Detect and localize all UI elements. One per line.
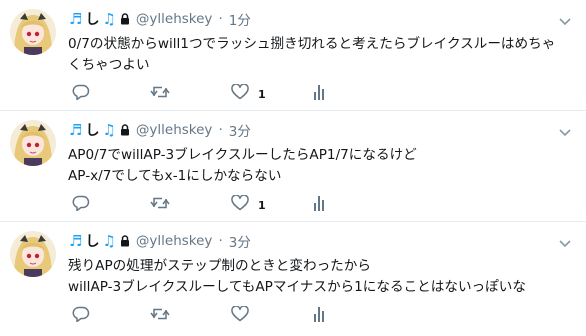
display-name-text: し — [85, 123, 100, 139]
timestamp[interactable]: 3分 — [229, 231, 251, 251]
tweet[interactable]: ♬ し ♫ @yllehskey · 3分 残りAPの処理がステップ制のときと変… — [0, 222, 586, 336]
display-name[interactable]: ♬ し ♫ — [68, 9, 117, 29]
avatar[interactable] — [10, 9, 56, 55]
analytics-icon — [313, 306, 325, 326]
reply-button[interactable] — [72, 84, 90, 104]
heart-icon — [231, 305, 249, 326]
musical-note-icon: ♬ — [69, 232, 83, 250]
user-handle[interactable]: @yllehskey — [136, 233, 213, 249]
musical-note-icon: ♬ — [69, 10, 83, 28]
timeline: ♬ し ♫ @yllehskey · 1分 0/7の状態からwill1つでラッシ… — [0, 0, 586, 336]
retweet-button[interactable] — [150, 195, 170, 215]
chevron-down-icon[interactable] — [558, 234, 572, 248]
analytics-icon — [313, 195, 325, 215]
timestamp[interactable]: 1分 — [229, 9, 251, 29]
tweet-actions — [68, 305, 348, 326]
tweet-actions: 1 — [68, 83, 348, 104]
reply-icon — [72, 306, 90, 326]
retweet-button[interactable] — [150, 306, 170, 326]
heart-icon — [231, 194, 249, 215]
analytics-button[interactable] — [313, 306, 325, 326]
tweet[interactable]: ♬ し ♫ @yllehskey · 3分 AP0/7でwillAP-3ブレイク… — [0, 111, 586, 222]
separator-dot: · — [218, 122, 223, 138]
lock-icon — [120, 235, 130, 247]
like-button[interactable]: 1 — [231, 194, 266, 215]
retweet-icon — [150, 84, 170, 104]
reply-button[interactable] — [72, 195, 90, 215]
tweet-header: ♬ し ♫ @yllehskey · 3分 — [68, 120, 251, 140]
avatar[interactable] — [10, 120, 56, 166]
musical-note-icon: ♫ — [102, 10, 116, 28]
like-button[interactable] — [231, 305, 258, 326]
like-count: 1 — [258, 87, 266, 101]
like-button[interactable]: 1 — [231, 83, 266, 104]
lock-icon — [120, 13, 130, 25]
reply-icon — [72, 84, 90, 104]
user-handle[interactable]: @yllehskey — [136, 122, 213, 138]
analytics-icon — [313, 84, 325, 104]
like-count: 1 — [258, 198, 266, 212]
tweet-header: ♬ し ♫ @yllehskey · 3分 — [68, 231, 251, 251]
chevron-down-icon[interactable] — [558, 123, 572, 137]
separator-dot: · — [218, 233, 223, 249]
retweet-button[interactable] — [150, 84, 170, 104]
musical-note-icon: ♬ — [69, 121, 83, 139]
display-name[interactable]: ♬ し ♫ — [68, 231, 117, 251]
display-name-text: し — [85, 12, 100, 28]
analytics-button[interactable] — [313, 195, 325, 215]
lock-icon — [120, 124, 130, 136]
retweet-icon — [150, 306, 170, 326]
display-name-text: し — [85, 234, 100, 250]
reply-icon — [72, 195, 90, 215]
heart-icon — [231, 83, 249, 104]
musical-note-icon: ♫ — [102, 232, 116, 250]
user-handle[interactable]: @yllehskey — [136, 11, 213, 27]
timestamp[interactable]: 3分 — [229, 120, 251, 140]
reply-button[interactable] — [72, 306, 90, 326]
avatar[interactable] — [10, 231, 56, 277]
musical-note-icon: ♫ — [102, 121, 116, 139]
tweet-text: AP0/7でwillAP-3ブレイクスルーしたらAP1/7になるけど AP-x/… — [68, 147, 417, 184]
tweet-header: ♬ し ♫ @yllehskey · 1分 — [68, 9, 251, 29]
analytics-button[interactable] — [313, 84, 325, 104]
tweet-actions: 1 — [68, 194, 348, 215]
display-name[interactable]: ♬ し ♫ — [68, 120, 117, 140]
tweet[interactable]: ♬ し ♫ @yllehskey · 1分 0/7の状態からwill1つでラッシ… — [0, 0, 586, 111]
chevron-down-icon[interactable] — [558, 12, 572, 26]
separator-dot: · — [218, 11, 223, 27]
tweet-text: 0/7の状態からwill1つでラッシュ捌き切れると考えたらブレイクスルーはめちゃ… — [68, 36, 556, 73]
tweet-text: 残りAPの処理がステップ制のときと変わったから willAP-3ブレイクスルーし… — [68, 258, 526, 295]
retweet-icon — [150, 195, 170, 215]
